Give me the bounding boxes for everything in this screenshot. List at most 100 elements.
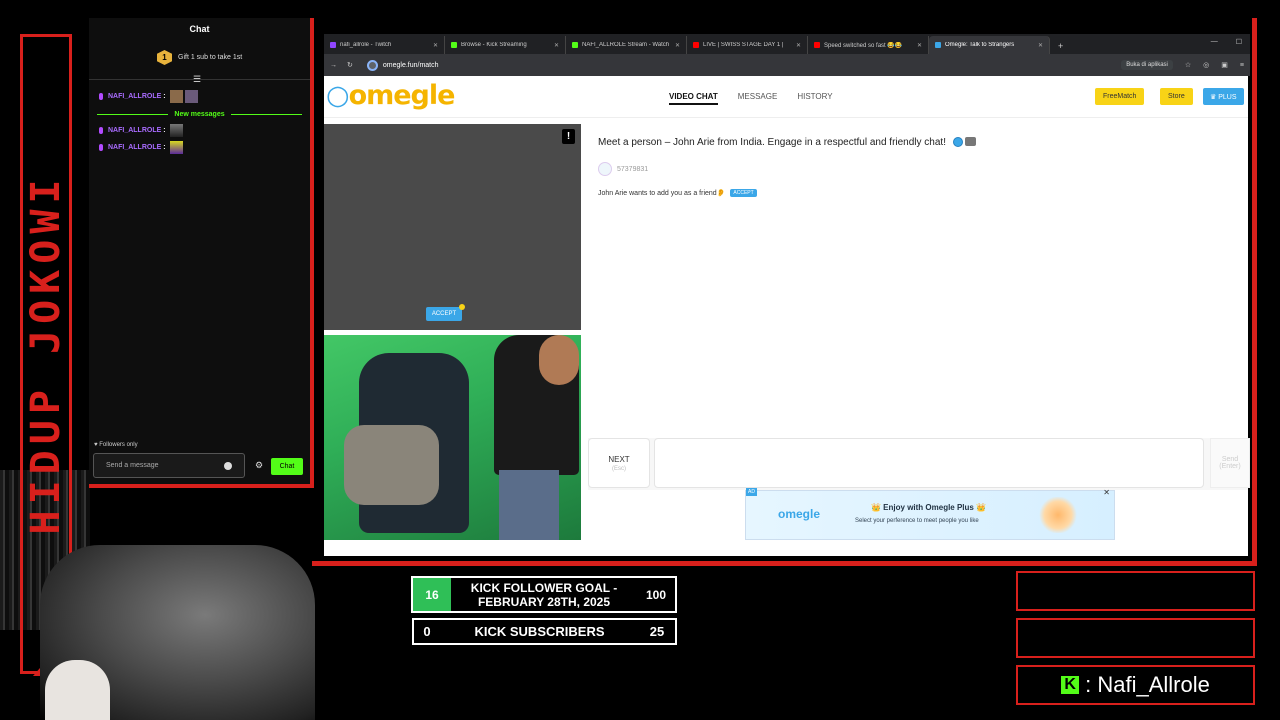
forward-icon[interactable]: → <box>330 62 337 69</box>
omegle-chat-log: Meet a person – John Arie from India. En… <box>588 124 1248 434</box>
chat-username[interactable]: NAFI_ALLROLE <box>108 144 161 151</box>
omegle-icon <box>935 42 941 48</box>
chat-controls: NEXT (Esc) Send (Enter) <box>588 438 1250 490</box>
subscriber-goal: 0 KICK SUBSCRIBERS 25 <box>412 618 677 645</box>
new-messages-divider: New messages <box>97 110 303 118</box>
media-icon[interactable]: ≡ <box>1240 62 1244 69</box>
address-bar: → ↻ omegle.fun/match Buka di aplikasi ☆ … <box>324 54 1250 76</box>
twitch-icon <box>330 42 336 48</box>
send-button[interactable]: Send (Enter) <box>1210 438 1250 488</box>
plus-button[interactable]: ♛ PLUS <box>1203 88 1244 105</box>
self-video <box>324 335 581 540</box>
sidebar-icon[interactable]: ▣ <box>1221 61 1228 69</box>
youtube-icon <box>693 42 699 48</box>
browser-tab-active[interactable]: Omegle: Talk to Strangers ✕ <box>929 36 1050 54</box>
url-text: omegle.fun/match <box>382 61 439 69</box>
globe-icon <box>952 137 963 148</box>
nav-message[interactable]: MESSAGE <box>738 92 778 105</box>
close-icon[interactable]: ✕ <box>554 42 559 49</box>
emoji-icon[interactable] <box>224 461 232 470</box>
chat-input-placeholder: Send a message <box>106 462 159 469</box>
kick-icon <box>572 42 578 48</box>
message-input[interactable] <box>654 438 1204 488</box>
browser-tab[interactable]: Browse - Kick Streaming ✕ <box>445 36 566 54</box>
chat-username[interactable]: NAFI_ALLROLE <box>108 93 161 100</box>
gift-text: Gift 1 sub to take 1st <box>178 54 243 61</box>
overlay-box <box>1016 618 1255 658</box>
chat-username[interactable]: NAFI_ALLROLE <box>108 127 161 134</box>
emote-icon <box>169 141 183 154</box>
report-button[interactable]: ! <box>562 129 575 144</box>
social-handle: : Nafi_Allrole <box>1085 672 1210 697</box>
chat-send-button[interactable]: Chat <box>271 458 303 475</box>
accept-friend-button[interactable]: ACCEPT <box>426 304 465 321</box>
person-legs <box>499 470 559 540</box>
chat-message[interactable]: NAFI_ALLROLE: <box>99 90 198 103</box>
new-tab-icon[interactable]: + <box>1058 41 1063 51</box>
social-handle-box: K : Nafi_Allrole <box>1016 665 1255 705</box>
next-button[interactable]: NEXT (Esc) <box>588 438 650 488</box>
store-button[interactable]: Store <box>1160 88 1193 105</box>
tv-icon <box>964 137 976 147</box>
accept-button[interactable]: ACCEPT <box>730 189 757 197</box>
maximize-icon[interactable]: ☐ <box>1236 38 1242 46</box>
stranger-id: 57379831 <box>598 162 648 176</box>
browser-tab[interactable]: Speed switched so fast 😂😂 ✕ <box>808 36 929 54</box>
open-in-app-button[interactable]: Buka di aplikasi <box>1121 60 1173 70</box>
nav-history[interactable]: HISTORY <box>797 92 832 105</box>
gift-sub-banner[interactable]: 1 Gift 1 sub to take 1st <box>157 50 242 65</box>
new-messages-label: New messages <box>174 110 225 118</box>
ad-logo: omegle <box>778 507 821 521</box>
chat-message[interactable]: NAFI_ALLROLE: <box>99 124 183 137</box>
gear-icon[interactable]: ⚙ <box>255 460 263 471</box>
person-arm <box>539 335 579 385</box>
close-icon[interactable]: ✕ <box>1038 42 1043 49</box>
omegle-navbar: ○omegle VIDEO CHAT MESSAGE HISTORY FreeM… <box>324 76 1248 118</box>
gift-badge-icon: 1 <box>157 50 172 65</box>
chat-message-input[interactable]: Send a message <box>93 453 245 478</box>
browser-tab[interactable]: nafi_allrole - Twitch ✕ <box>324 36 445 54</box>
minimize-icon[interactable]: — <box>1211 38 1218 46</box>
close-icon[interactable]: ✕ <box>675 42 680 49</box>
star-icon[interactable]: ☆ <box>1185 61 1191 69</box>
chat-panel: Chat 1 Gift 1 sub to take 1st ☰ NAFI_ALL… <box>89 18 314 488</box>
reload-icon[interactable]: ↻ <box>347 61 353 69</box>
side-banner-text: HIDUP JOKOWI <box>23 173 69 535</box>
url-field[interactable]: omegle.fun/match <box>366 59 439 71</box>
emote-icon <box>169 90 183 103</box>
intro-message: Meet a person – John Arie from India. En… <box>598 137 976 148</box>
cloth <box>344 425 439 505</box>
free-match-button[interactable]: FreeMatch <box>1095 88 1145 105</box>
nav-video-chat[interactable]: VIDEO CHAT <box>669 92 718 105</box>
site-info-icon[interactable] <box>366 59 378 71</box>
close-icon[interactable]: ✕ <box>796 42 801 49</box>
follower-goal-label: KICK FOLLOWER GOAL - FEBRUARY 28TH, 2025 <box>470 580 618 609</box>
follower-goal-target: 100 <box>645 587 667 602</box>
kick-icon <box>451 42 457 48</box>
mic-badge-icon <box>99 93 103 100</box>
emote-icon <box>184 90 198 103</box>
webcam-cloth <box>45 660 110 720</box>
extension-icon[interactable]: ◎ <box>1203 61 1209 69</box>
follower-goal: 16 KICK FOLLOWER GOAL - FEBRUARY 28TH, 2… <box>411 576 677 613</box>
close-icon[interactable]: ✕ <box>433 42 438 49</box>
chat-title: Chat <box>189 24 210 34</box>
subscriber-goal-target: 25 <box>649 624 665 639</box>
chat-message[interactable]: NAFI_ALLROLE: <box>99 141 183 154</box>
browser-tab[interactable]: NAFI_ALLROLE Stream - Watch ✕ <box>566 36 687 54</box>
subscriber-goal-current: 0 <box>423 624 431 639</box>
close-icon[interactable]: ✕ <box>1103 488 1110 497</box>
ad-subtitle: Select your perference to meet people yo… <box>855 518 979 524</box>
emote-icon <box>169 124 183 137</box>
subscriber-goal-label: KICK SUBSCRIBERS <box>474 624 605 639</box>
follower-goal-current: 16 <box>413 578 451 611</box>
close-icon[interactable]: ✕ <box>917 42 922 49</box>
browser-tab[interactable]: LIVE | SWISS STAGE DAY 1 | ✕ <box>687 36 808 54</box>
omegle-plus-ad[interactable]: AD ✕ omegle 👑 Enjoy with Omegle Plus 👑 S… <box>745 488 1115 540</box>
ad-badge: AD <box>746 488 757 496</box>
followers-only-notice: ♥ Followers only <box>94 442 138 448</box>
friend-request-message: John Arie wants to add you as a friend👂 … <box>598 189 757 197</box>
filter-icon[interactable]: ☰ <box>193 74 201 85</box>
stranger-video: ! ACCEPT <box>324 124 581 330</box>
omegle-logo[interactable]: ○omegle <box>326 80 455 111</box>
